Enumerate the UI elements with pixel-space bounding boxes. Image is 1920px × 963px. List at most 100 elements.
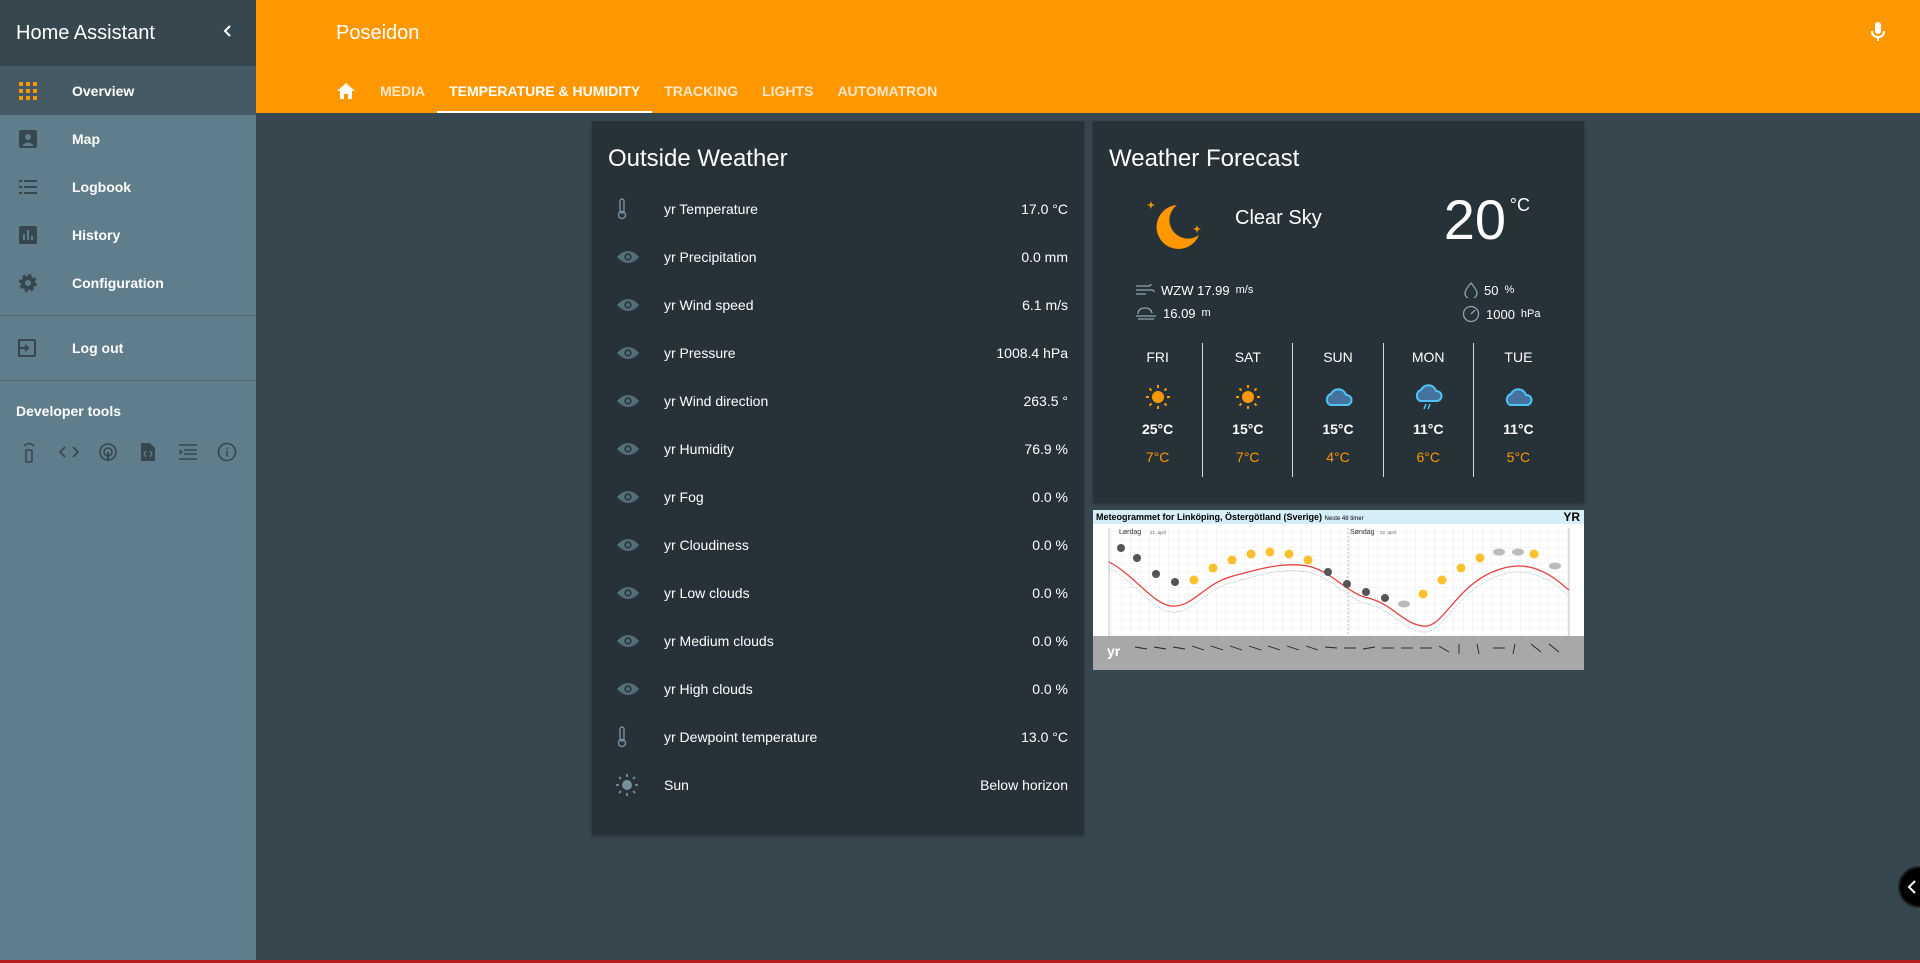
entity-list: yr Temperature 17.0 °C yr Precipitation 0.0… [592,185,1084,809]
entity-row[interactable]: yr Humidity 76.9 % [592,425,1084,473]
entity-value: 6.1 m/s [1022,297,1068,313]
meteogram-yr-mark: yr [1107,643,1121,659]
eye-icon [608,293,648,317]
entity-value: 0.0 % [1032,537,1068,553]
map-icon [16,127,40,151]
meteogram-day1: Lørdag [1119,529,1141,536]
sunny-icon [1145,377,1171,417]
chevron-left-icon [1907,880,1916,894]
page-title: Poseidon [336,22,420,44]
entity-name: yr Low clouds [664,585,750,601]
entity-row[interactable]: yr Dewpoint temperature 13.0 °C [592,713,1084,761]
entity-row[interactable]: Sun Below horizon [592,761,1084,809]
template-file-icon[interactable] [135,439,161,465]
sidebar-header: Home Assistant [0,0,256,67]
entity-row[interactable]: yr Wind direction 263.5 ° [592,377,1084,425]
water-percent-icon [1464,282,1478,298]
tab-lights[interactable]: LIGHTS [750,68,825,113]
eye-icon [608,533,648,557]
eye-icon [608,677,648,701]
sidebar-divider [0,315,256,316]
entity-row[interactable]: yr Pressure 1008.4 hPa [592,329,1084,377]
entity-name: yr Pressure [664,345,736,361]
forecast-day-name: FRI [1146,349,1169,365]
entity-row[interactable]: yr Wind speed 6.1 m/s [592,281,1084,329]
yr-logo: YR [1563,510,1580,524]
entity-value: 0.0 % [1032,681,1068,697]
entity-value: Below horizon [980,777,1068,793]
forecast-day: SUN 15°C 4°C [1293,343,1384,477]
sidebar-item-label: Overview [72,83,135,99]
tab-media[interactable]: MEDIA [368,68,437,113]
forecast-low: 4°C [1326,449,1350,465]
broadcast-icon[interactable] [95,439,121,465]
forecast-day-name: MON [1411,349,1445,365]
entity-name: yr High clouds [664,681,753,697]
remote-icon[interactable] [16,439,42,465]
forecast-day: SAT 15°C 7°C [1203,343,1294,477]
pressure-unit: hPa [1520,308,1541,320]
pressure-attribute: 1000 hPa [1462,305,1541,323]
sidebar-item-label: History [72,227,121,243]
tab-tracking[interactable]: TRACKING [652,68,750,113]
entity-name: yr Cloudiness [664,537,749,553]
entity-row[interactable]: yr Fog 0.0 % [592,473,1084,521]
rainy-icon [1413,377,1443,417]
wind-attribute: WZW 17.99 m/s [1135,282,1253,298]
entity-row[interactable]: yr Medium clouds 0.0 % [592,617,1084,665]
thermometer-icon [608,725,648,749]
pressure-value: 1000 [1486,306,1515,322]
sidebar-item-label: Logbook [72,179,132,195]
sidebar-item-logbook[interactable]: Logbook [0,163,256,211]
wind-value: WZW 17.99 [1161,282,1230,298]
visibility-value: 16.09 [1163,305,1196,321]
eye-icon [608,629,648,653]
entity-name: yr Dewpoint temperature [664,729,818,745]
developer-tools-title: Developer tools [16,403,122,419]
home-icon [337,82,355,99]
entity-value: 0.0 % [1032,633,1068,649]
sidebar-item-map[interactable]: Map [0,115,256,163]
sidebar-item-configuration[interactable]: Configuration [0,259,256,307]
entity-name: yr Fog [664,489,704,505]
sidebar-item-history[interactable]: History [0,211,256,259]
meteogram-day1-date: 21. april [1150,530,1166,535]
tab-automatron[interactable]: AUTOMATRON [825,68,949,113]
entity-value: 0.0 % [1032,585,1068,601]
entity-value: 263.5 ° [1023,393,1068,409]
microphone-icon[interactable] [1866,20,1890,44]
card-title: Outside Weather [608,145,788,172]
entity-row[interactable]: yr Precipitation 0.0 mm [592,233,1084,281]
weather-forecast-card[interactable]: Weather Forecast Clear Sky 20 °C WZW 17.… [1093,121,1584,502]
entity-row[interactable]: yr Temperature 17.0 °C [592,185,1084,233]
forecast-high: 15°C [1232,421,1264,437]
sunny-icon [1235,377,1261,417]
settings-icon [16,271,40,295]
forecast-day-name: SUN [1323,349,1353,365]
entity-row[interactable]: yr High clouds 0.0 % [592,665,1084,713]
tab-temperature-humidity[interactable]: TEMPERATURE & HUMIDITY [437,68,653,113]
cloudy-icon [1323,377,1353,417]
collapse-sidebar-button[interactable] [216,22,240,45]
mqtt-icon[interactable] [175,439,201,465]
forecast-days: FRI 25°C 7°C SAT 15°C 7°C SUN 15°C 4°C MON 11°C 6°C… [1113,343,1563,477]
meteogram-header: Meteogrammet for Linköping, Östergötland… [1093,510,1584,524]
view-tabs: MEDIA TEMPERATURE & HUMIDITY TRACKING LI… [324,68,949,113]
code-icon[interactable] [56,439,82,465]
sidebar-item-overview[interactable]: Overview [0,67,256,115]
sidebar-divider [0,380,256,381]
sidebar: Home Assistant Overview Map Logbook Hist [0,0,256,963]
humidity-value: 50 [1484,282,1499,298]
sidebar-item-logout[interactable]: Log out [0,324,256,372]
tab-home[interactable] [324,68,368,113]
entity-row[interactable]: yr Cloudiness 0.0 % [592,521,1084,569]
cloudy-icon [1503,377,1533,417]
entity-value: 76.9 % [1024,441,1068,457]
forecast-day-name: TUE [1504,349,1533,365]
info-icon[interactable] [214,439,240,465]
side-panel-toggle[interactable] [1898,866,1920,908]
entity-row[interactable]: yr Low clouds 0.0 % [592,569,1084,617]
humidity-attribute: 50% [1464,282,1514,298]
humidity-unit: % [1504,284,1515,296]
eye-icon [608,341,648,365]
